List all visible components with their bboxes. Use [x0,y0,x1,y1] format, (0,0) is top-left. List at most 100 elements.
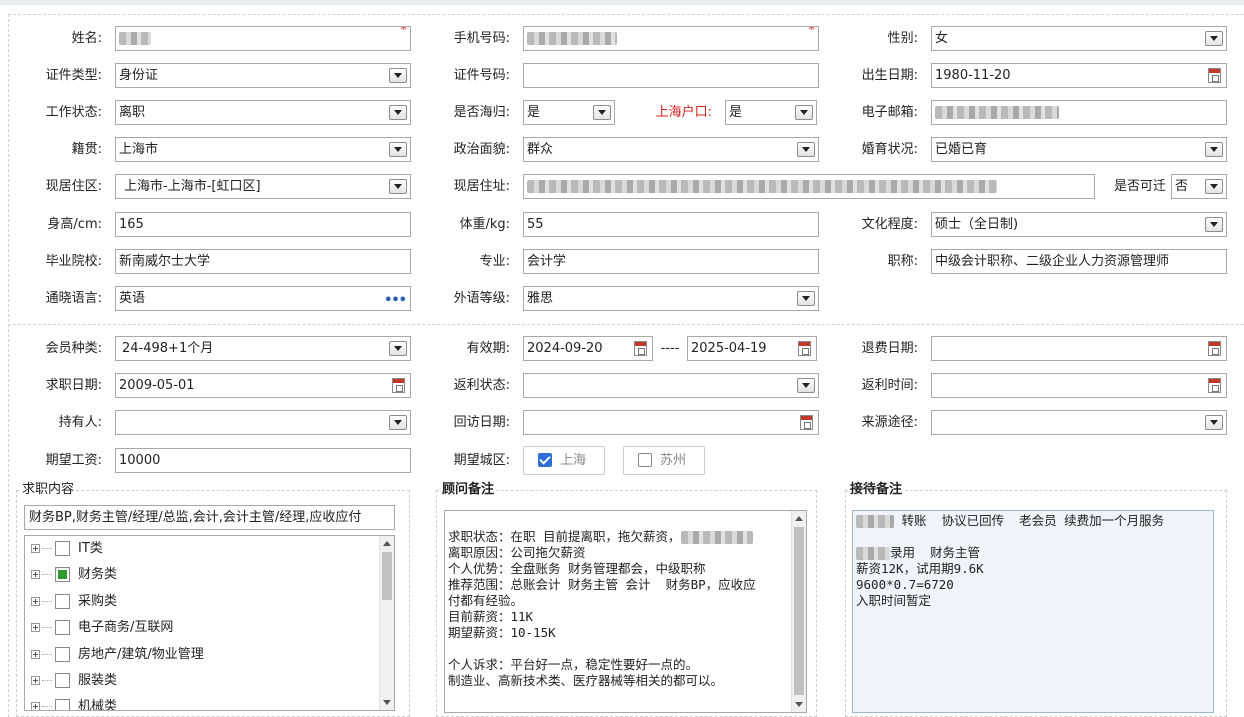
checkbox-unchecked-icon[interactable] [638,453,652,467]
work-status-select[interactable]: 离职 [115,100,411,125]
required-mark: * [808,26,816,38]
checkbox-checked-icon[interactable] [538,453,552,467]
holder-select[interactable] [115,410,411,435]
expand-icon[interactable] [31,650,40,659]
chevron-down-icon[interactable] [797,378,815,393]
scroll-thumb[interactable] [382,552,392,600]
relocate-select[interactable]: 否 [1171,174,1227,199]
chevron-down-icon[interactable] [797,291,815,306]
more-icon[interactable]: ••• [384,289,407,310]
chevron-down-icon[interactable] [797,142,815,157]
calendar-icon[interactable] [800,415,813,430]
validity-end-field[interactable]: 2025-04-19 [687,336,817,361]
note-line: 离职原因：公司拖欠薪资 [448,545,586,560]
weight-label: 体重/kg: [459,217,510,232]
reception-note-textarea[interactable]: 转账 协议已回传 老会员 续费加一个月服务 录用 财务主管 薪资12K，试用期9… [852,510,1214,713]
note-line: 个人诉求：平台好一点，稳定性要好一点的。 [448,657,699,672]
job-category-tree: IT类 财务类 采购类 电子商务/互联网 房地产/建筑/物业管理 服装类 机械类 [24,535,395,711]
title-field[interactable]: 中级会计职称、二级企业人力资源管理师 [931,249,1227,274]
chevron-down-icon[interactable] [1205,142,1223,157]
source-select[interactable] [931,410,1227,435]
chevron-down-icon[interactable] [389,68,407,83]
weight-field[interactable]: 55 [523,212,819,237]
checkbox-partial-icon[interactable] [55,567,70,582]
chevron-down-icon[interactable] [1205,179,1223,194]
checkbox-icon[interactable] [55,647,70,662]
expand-icon[interactable] [31,676,40,685]
checkbox-icon[interactable] [55,699,70,710]
rebate-time-field[interactable] [931,373,1227,398]
calendar-icon[interactable] [1208,68,1221,83]
chevron-down-icon[interactable] [795,105,813,120]
scroll-up-icon[interactable] [383,541,391,546]
checkbox-icon[interactable] [55,673,70,688]
scroll-up-icon[interactable] [795,516,803,521]
expand-icon[interactable] [31,702,40,710]
major-field[interactable]: 会计学 [523,249,819,274]
returnee-select[interactable]: 是 [523,100,615,125]
scroll-down-icon[interactable] [383,700,391,705]
chevron-down-icon[interactable] [593,105,611,120]
job-date-value: 2009-05-01 [119,378,195,393]
hukou-select[interactable]: 是 [725,100,817,125]
residence-area-select[interactable]: 上海市-上海市-[虹口区] [115,174,411,199]
city-option-shanghai[interactable]: 上海 [523,446,605,475]
title-value: 中级会计职称、二级企业人力资源管理师 [935,254,1170,269]
scroll-thumb[interactable] [794,527,804,695]
calendar-icon[interactable] [1208,341,1221,356]
gender-select[interactable]: 女 [931,26,1227,51]
revisit-date-field[interactable] [523,410,819,435]
chevron-down-icon[interactable] [1205,217,1223,232]
checkbox-icon[interactable] [55,594,70,609]
rebate-status-label: 返利状态: [453,378,510,393]
expand-icon[interactable] [31,570,40,579]
chevron-down-icon[interactable] [389,142,407,157]
height-field[interactable]: 165 [115,212,411,237]
member-type-select[interactable]: 24-498+1个月 [115,336,411,361]
job-content-selected-field[interactable]: 财务BP,财务主管/经理/总监,会计,会计主管/经理,应收应付 [24,505,395,530]
calendar-icon[interactable] [1208,378,1221,393]
tree-scrollbar[interactable] [379,536,394,710]
scroll-down-icon[interactable] [795,702,803,707]
checkbox-icon[interactable] [55,541,70,556]
expand-icon[interactable] [31,544,40,553]
salary-field[interactable]: 10000 [115,448,411,473]
language-field[interactable]: 英语 ••• [115,286,411,311]
id-number-field[interactable] [523,63,819,88]
calendar-icon[interactable] [634,341,647,356]
expand-icon[interactable] [31,597,40,606]
advisor-note-textarea[interactable]: 求职状态：在职 目前提离职，拖欠薪资， 离职原因：公司拖欠薪资 个人优势：全盘账… [444,510,807,713]
checkbox-icon[interactable] [55,620,70,635]
expand-icon[interactable] [31,623,40,632]
chevron-down-icon[interactable] [389,179,407,194]
chevron-down-icon[interactable] [389,341,407,356]
chevron-down-icon[interactable] [1205,31,1223,46]
political-select[interactable]: 群众 [523,137,819,162]
note-scrollbar[interactable] [791,511,806,712]
chevron-down-icon[interactable] [389,415,407,430]
id-type-select[interactable]: 身份证 [115,63,411,88]
name-field[interactable]: * [115,26,411,51]
birth-date-field[interactable]: 1980-11-20 [931,63,1227,88]
rebate-status-select[interactable] [523,373,819,398]
education-select[interactable]: 硕士（全日制) [931,212,1227,237]
marital-select[interactable]: 已婚已育 [931,137,1227,162]
calendar-icon[interactable] [392,378,405,393]
school-field[interactable]: 新南威尔士大学 [115,249,411,274]
job-date-field[interactable]: 2009-05-01 [115,373,411,398]
city-option-suzhou[interactable]: 苏州 [623,446,705,475]
city-label: 期望城区: [453,453,510,468]
email-field[interactable] [931,100,1227,125]
chevron-down-icon[interactable] [389,105,407,120]
gender-label: 性别: [887,31,918,46]
residence-addr-field[interactable] [523,174,1095,199]
native-place-select[interactable]: 上海市 [115,137,411,162]
chevron-down-icon[interactable] [1205,415,1223,430]
address-redacted [527,180,997,193]
lang-level-select[interactable]: 雅思 [523,286,819,311]
phone-field[interactable]: * [523,26,819,51]
validity-start-field[interactable]: 2024-09-20 [523,336,653,361]
hukou-value: 是 [729,105,743,120]
refund-date-field[interactable] [931,336,1227,361]
calendar-icon[interactable] [798,341,811,356]
